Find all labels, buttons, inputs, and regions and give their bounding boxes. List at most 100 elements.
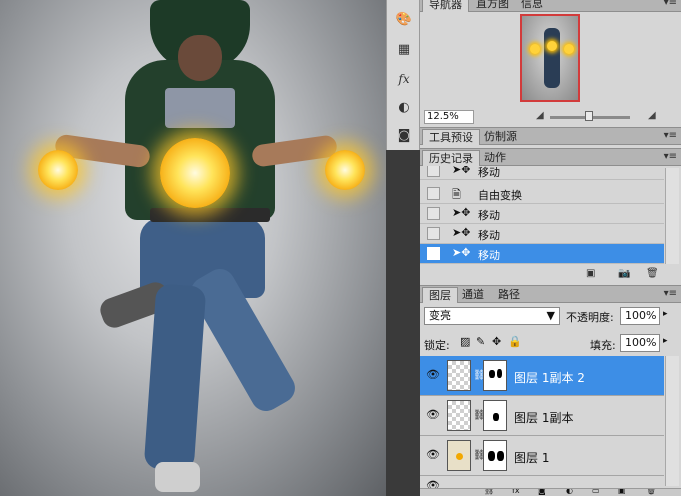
lock-brush-icon[interactable]: ✎	[476, 335, 485, 348]
fx-styles-icon[interactable]: fx	[512, 489, 520, 495]
glow-orb-right	[325, 150, 365, 190]
tab-info[interactable]: 信息	[515, 0, 549, 12]
tab-actions[interactable]: 动作	[478, 150, 512, 166]
history-brush-marker[interactable]	[427, 247, 440, 260]
thumb-orb	[456, 453, 463, 460]
history-item-label: 移动	[478, 166, 500, 179]
history-item[interactable]: ➤✥ 移动	[420, 224, 664, 244]
move-tool-icon: ➤✥	[452, 246, 471, 259]
panel-menu-icon[interactable]: ▾≡	[664, 151, 677, 162]
lock-move-icon[interactable]: ✥	[492, 335, 501, 348]
thumb-orb	[547, 41, 557, 51]
link-layers-icon[interactable]: ⛓	[484, 489, 494, 495]
panel-menu-icon[interactable]: ▾≡	[664, 0, 677, 8]
history-item-label: 自由变换	[478, 189, 522, 202]
zoom-in-icon[interactable]: ◢	[648, 110, 656, 121]
move-tool-icon: ➤✥	[452, 206, 471, 219]
lock-label: 锁定:	[424, 339, 450, 352]
eye-visibility-icon[interactable]: 👁	[426, 448, 440, 461]
history-item-selected[interactable]: ➤✥ 移动	[420, 244, 664, 264]
history-item[interactable]: 🗎 自由变换	[420, 184, 664, 204]
chevron-down-icon: ▼	[546, 309, 555, 322]
trash-icon[interactable]: 🗑	[646, 268, 659, 279]
new-layer-icon[interactable]: ▣	[618, 489, 626, 495]
figure-sneaker	[155, 462, 200, 492]
mask-shape	[489, 370, 495, 378]
zoom-input[interactable]: 12.5%	[424, 110, 474, 124]
navigator-thumbnail[interactable]	[520, 14, 580, 102]
history-source-checkbox[interactable]	[427, 227, 440, 240]
history-item[interactable]: ➤✥ 移动	[420, 204, 664, 224]
layer-name[interactable]: 图层 1副本	[514, 409, 573, 426]
tab-tool-presets[interactable]: 工具预设	[422, 129, 480, 145]
history-item[interactable]: ➤✥ 移动	[420, 166, 664, 180]
layer-thumbnail[interactable]	[447, 440, 471, 471]
glow-orb-center	[160, 138, 230, 208]
history-item-label: 移动	[478, 209, 500, 222]
palette-icon[interactable]: 🎨	[393, 8, 415, 30]
layer-name[interactable]: 图层 1	[514, 449, 549, 466]
thumb-figure	[544, 28, 560, 88]
layer-row-selected[interactable]: 👁 ⛓ 图层 1副本 2	[420, 356, 664, 396]
move-tool-icon: ➤✥	[452, 166, 471, 176]
lock-all-icon[interactable]: 🔒	[508, 335, 522, 348]
new-document-from-state-icon[interactable]: ▣	[586, 268, 595, 279]
history-tabbar: 历史记录 动作 ▾≡	[420, 148, 681, 166]
opacity-input[interactable]: 100%	[620, 307, 660, 325]
zoom-out-icon[interactable]: ◢	[536, 110, 544, 121]
move-tool-icon: ➤✥	[452, 226, 471, 239]
tab-histogram[interactable]: 直方图	[470, 0, 515, 12]
fill-input[interactable]: 100%	[620, 334, 660, 352]
tab-clone-source[interactable]: 仿制源	[478, 129, 523, 145]
tab-paths[interactable]: 路径	[492, 287, 526, 303]
add-mask-icon[interactable]: ◙	[538, 489, 546, 495]
history-source-checkbox[interactable]	[427, 187, 440, 200]
layer-name[interactable]: 图层 1副本 2	[514, 369, 585, 386]
fill-label: 填充:	[590, 339, 616, 352]
mask-shape	[488, 451, 495, 461]
panel-menu-icon[interactable]: ▾≡	[664, 288, 677, 299]
history-item-label: 移动	[478, 249, 500, 262]
navigator-tabbar: 导航器 直方图 信息 ▾≡	[420, 0, 681, 12]
history-scrollbar[interactable]	[665, 168, 679, 264]
layer-row[interactable]: 👁 ⛓ 图层 1	[420, 436, 664, 476]
adjustments-icon[interactable]: ◐	[393, 96, 415, 118]
glow-orb-left	[38, 150, 78, 190]
right-panels: 导航器 直方图 信息 ▾≡ 12.5% ◢ ◢ 工具预设 仿制源 ▾≡ 历史记录…	[420, 0, 681, 496]
fill-stepper-icon[interactable]: ▸	[663, 336, 668, 346]
swatches-grid-icon[interactable]: ▦	[393, 38, 415, 60]
tab-navigator[interactable]: 导航器	[422, 0, 469, 12]
opacity-stepper-icon[interactable]: ▸	[663, 309, 668, 319]
layer-thumbnail[interactable]	[447, 360, 471, 391]
eye-visibility-icon[interactable]: 👁	[426, 368, 440, 381]
figure-shirt	[165, 88, 235, 128]
blend-mode-select[interactable]: 变亮 ▼	[424, 307, 560, 325]
layer-thumbnail[interactable]	[447, 400, 471, 431]
panel-icon-strip: 🎨 ▦ fx ◐ ◙	[386, 0, 420, 150]
snapshot-camera-icon[interactable]: 📷	[618, 268, 630, 279]
eye-visibility-icon[interactable]: 👁	[426, 408, 440, 421]
history-source-checkbox[interactable]	[427, 166, 440, 177]
layer-mask-thumbnail[interactable]	[483, 400, 507, 431]
layer-mask-thumbnail[interactable]	[483, 360, 507, 391]
layer-mask-thumbnail[interactable]	[483, 440, 507, 471]
tab-history[interactable]: 历史记录	[422, 150, 480, 166]
group-folder-icon[interactable]: ▭	[592, 489, 600, 495]
panel-menu-icon[interactable]: ▾≡	[664, 130, 677, 141]
document-canvas[interactable]	[0, 0, 386, 496]
layers-scrollbar[interactable]	[665, 356, 679, 486]
trash-icon[interactable]: 🗑	[646, 489, 656, 495]
mask-icon[interactable]: ◙	[393, 124, 415, 146]
tab-layers[interactable]: 图层	[422, 287, 458, 303]
layer-row[interactable]: 👁 ⛓ 图层 1副本	[420, 396, 664, 436]
layers-footer: ⛓ fx ◙ ◐ ▭ ▣ 🗑	[420, 488, 681, 496]
zoom-slider-handle[interactable]	[585, 111, 593, 121]
thumb-orb	[564, 44, 574, 54]
adjustment-layer-icon[interactable]: ◐	[566, 489, 573, 495]
lock-transparent-icon[interactable]: ▨	[460, 335, 470, 348]
tab-channels[interactable]: 通道	[456, 287, 490, 303]
fx-styles-icon[interactable]: fx	[393, 68, 415, 90]
history-source-checkbox[interactable]	[427, 207, 440, 220]
mask-shape	[497, 369, 502, 378]
figure-face	[178, 35, 222, 81]
